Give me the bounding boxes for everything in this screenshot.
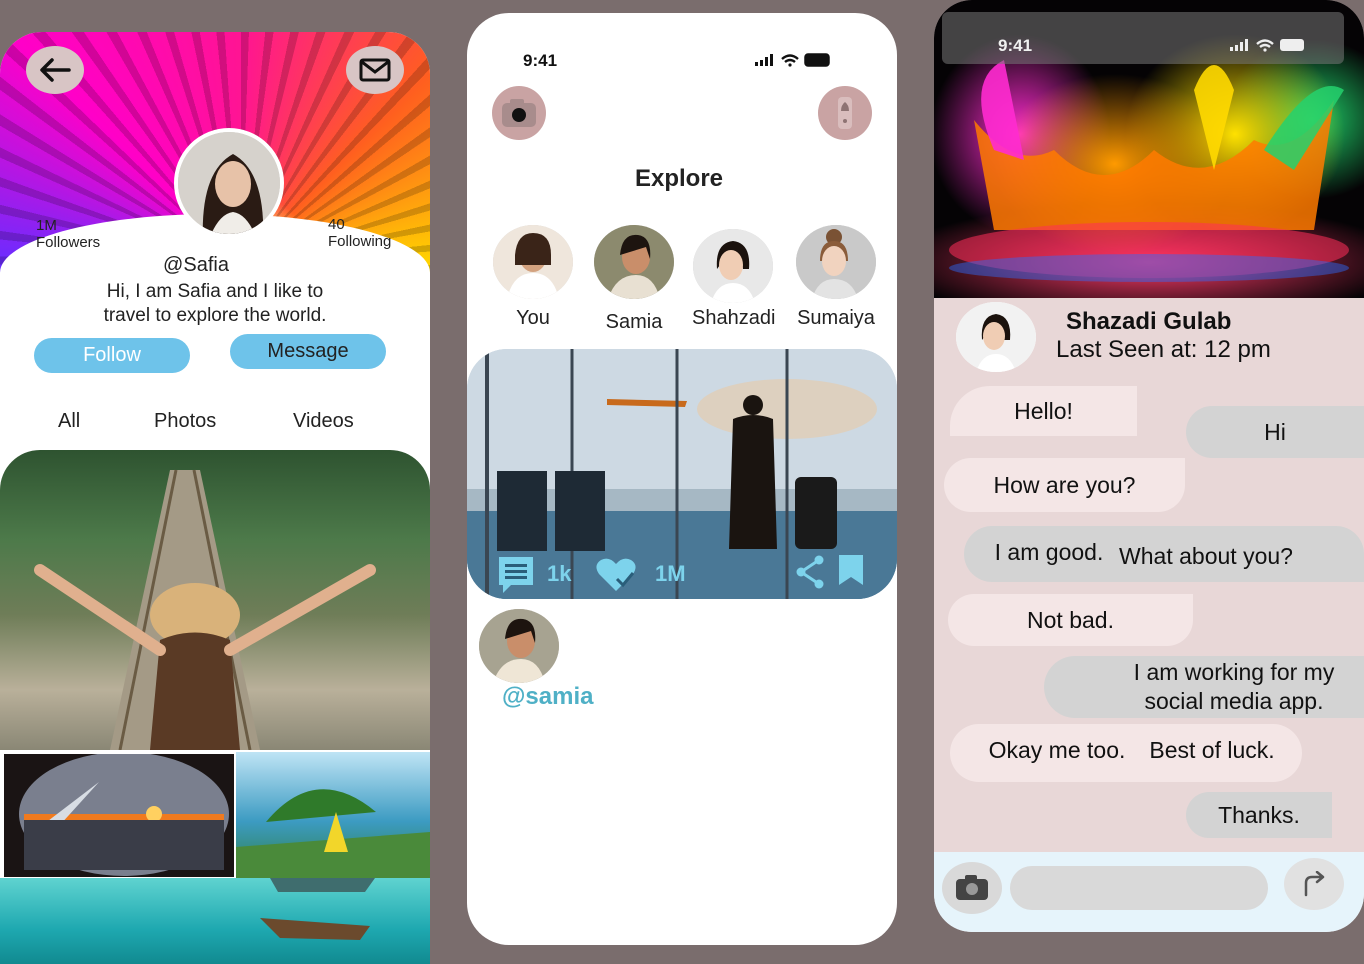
- person-photo: [594, 225, 674, 299]
- gallery-photo-window[interactable]: [4, 754, 234, 877]
- message-bubble-in[interactable]: Hello!: [950, 386, 1137, 436]
- signal-wifi-battery-icon: [755, 53, 830, 67]
- tab-all[interactable]: All: [58, 410, 80, 433]
- comment-icon: [499, 557, 533, 593]
- post-author-handle[interactable]: @samia: [502, 683, 593, 711]
- contact-name: Shazadi Gulab: [1066, 308, 1232, 335]
- camera-icon: [502, 99, 536, 127]
- person-photo: [693, 229, 773, 303]
- explore-screen: 9:41 Explore You Samia Shahzadi Sumaiya …: [467, 13, 897, 945]
- follow-button[interactable]: Follow: [34, 338, 190, 373]
- signal-wifi-battery-icon: [1230, 39, 1304, 52]
- camera-button[interactable]: [492, 86, 546, 140]
- bookmark-icon: [839, 555, 863, 585]
- message-bubble-out[interactable]: Hi: [1186, 406, 1364, 458]
- share-button[interactable]: [795, 555, 825, 589]
- story-shahzadi[interactable]: Shahzadi: [692, 229, 776, 330]
- share-icon: [796, 555, 824, 589]
- mail-button[interactable]: [346, 46, 404, 94]
- boat-photo: [260, 878, 375, 940]
- story-samia[interactable]: Samia: [593, 225, 675, 334]
- message-bubble-in[interactable]: How are you?: [944, 458, 1185, 512]
- send-button[interactable]: [1284, 858, 1344, 910]
- tab-videos[interactable]: Videos: [293, 410, 354, 433]
- profile-bio: Hi, I am Safia and I like to travel to e…: [60, 280, 370, 328]
- story-name: You: [516, 307, 550, 329]
- person-photo: [796, 225, 876, 299]
- comment-button[interactable]: [497, 555, 535, 595]
- story-name: Samia: [605, 311, 663, 333]
- gallery-photo-island[interactable]: [236, 752, 430, 878]
- message-bubble-in[interactable]: Best of luck.: [1132, 730, 1292, 770]
- message-button[interactable]: Message: [230, 334, 386, 369]
- profile-handle: @Safia: [163, 254, 229, 276]
- story-avatar: [493, 225, 573, 299]
- status-icons: [753, 53, 833, 67]
- story-sumaiya[interactable]: Sumaiya: [795, 225, 877, 330]
- bio-line: Hi, I am Safia and I like to: [106, 281, 324, 302]
- followers-count: 1M: [36, 217, 57, 234]
- contact-avatar[interactable]: [956, 302, 1036, 372]
- following-label: Following: [328, 233, 392, 250]
- gallery-photo-bridge[interactable]: [0, 450, 430, 750]
- message-bubble-in[interactable]: Not bad.: [948, 594, 1193, 646]
- following-count: 40: [328, 216, 345, 233]
- person-photo: [493, 225, 573, 299]
- message-bubble-out[interactable]: I am working for my social media app.: [1044, 656, 1364, 718]
- post-actions: 1k 1M: [467, 547, 897, 599]
- profile-screen: 1M Followers 40 Following @Safia Hi, I a…: [0, 32, 430, 964]
- like-button[interactable]: [595, 557, 637, 593]
- chat-input-bar: [934, 852, 1364, 932]
- following-stat[interactable]: 40 Following: [328, 216, 391, 250]
- heart-check-icon: [596, 558, 636, 591]
- post-author-avatar[interactable]: [479, 609, 559, 683]
- story-avatar: [594, 225, 674, 299]
- bell-icon: [838, 97, 852, 129]
- status-time: 9:41: [523, 51, 558, 70]
- message-input[interactable]: [1010, 866, 1268, 910]
- page-title: Explore: [634, 165, 724, 192]
- story-you[interactable]: You: [492, 225, 574, 330]
- message-bubble-in[interactable]: I am good.: [984, 532, 1114, 572]
- followers-stat[interactable]: 1M Followers: [36, 217, 100, 251]
- status-time: 9:41: [998, 36, 1033, 55]
- arrow-left-icon: [40, 58, 71, 82]
- back-button[interactable]: [26, 46, 84, 94]
- message-bubble-out[interactable]: What about you?: [1108, 536, 1304, 576]
- bookmark-button[interactable]: [837, 553, 865, 587]
- island-photo: [236, 789, 430, 878]
- bio-line: travel to explore the world.: [103, 305, 327, 326]
- notification-button[interactable]: [818, 86, 872, 140]
- mail-icon: [359, 58, 391, 82]
- forward-arrow-icon: [1304, 871, 1325, 897]
- story-name: Sumaiya: [797, 307, 875, 329]
- last-seen: Last Seen at: 12 pm: [1056, 336, 1271, 363]
- bridge-photo: [34, 469, 376, 750]
- like-count: 1M: [655, 561, 686, 586]
- story-avatar: [796, 225, 876, 299]
- comment-count: 1k: [547, 561, 572, 586]
- gallery-photo-boat[interactable]: [0, 878, 430, 964]
- story-avatar: [693, 229, 773, 303]
- story-name: Shahzadi: [692, 307, 776, 329]
- plane-window-photo: [19, 754, 229, 876]
- camera-icon: [956, 875, 988, 900]
- chat-screen: 9:41 Shazadi Gulab Last Seen at: 12 pm H…: [934, 0, 1364, 932]
- attach-camera-button[interactable]: [942, 862, 1002, 914]
- message-bubble-in[interactable]: Okay me too.: [982, 730, 1132, 770]
- avatar[interactable]: [174, 128, 284, 238]
- chat-cover-image: 9:41: [934, 0, 1364, 298]
- followers-label: Followers: [36, 234, 101, 251]
- status-icons: [1228, 38, 1308, 52]
- person-photo: [479, 609, 559, 683]
- tab-photos[interactable]: Photos: [154, 410, 216, 433]
- message-bubble-out[interactable]: Thanks.: [1186, 792, 1332, 838]
- person-photo: [956, 302, 1036, 372]
